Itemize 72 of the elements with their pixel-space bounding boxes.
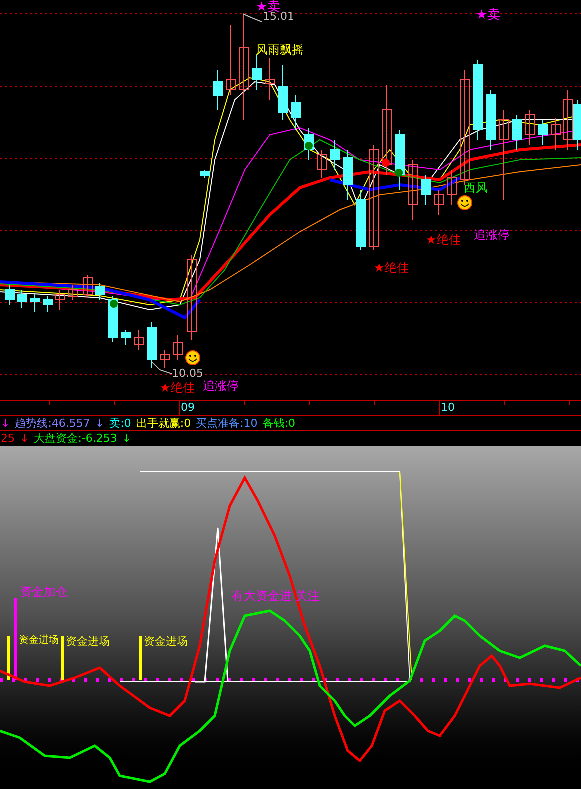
candlestick [486, 90, 496, 150]
candlestick [356, 190, 366, 250]
candlestick [434, 190, 444, 216]
signal-bar [7, 636, 10, 680]
smiley-face-icon [458, 196, 472, 210]
candlestick [160, 350, 170, 368]
candlestick [121, 330, 131, 346]
chart-annotation: ★卖 [476, 9, 501, 22]
candlestick [147, 322, 157, 368]
candlestick [447, 170, 457, 206]
indicator-value: ↓ [1, 418, 10, 429]
chart-annotation: 15.01 [263, 11, 294, 22]
signal-bar [139, 636, 142, 680]
candlestick [55, 290, 65, 310]
candlestick [421, 174, 431, 206]
signal-dot [305, 142, 313, 150]
indicator-value: 趋势线:46.557 [15, 418, 90, 429]
candlestick [43, 296, 53, 312]
chart-annotation: 追涨停 [474, 229, 510, 241]
candlestick [343, 150, 353, 200]
leader-line [242, 14, 262, 22]
signal-dot [395, 169, 403, 177]
candlestick [17, 290, 27, 308]
candlestick [330, 140, 340, 170]
chart-annotation: ★绝佳 [426, 234, 461, 246]
candlestick [265, 58, 275, 100]
candlestick [83, 274, 93, 298]
indicator-value: 大盘资金:-6.253 [34, 432, 118, 444]
leader-line [152, 362, 172, 374]
candlestick [213, 70, 223, 110]
candlestick [95, 282, 105, 300]
candlestick [512, 114, 522, 150]
signal-label: 资金进场 [19, 636, 59, 646]
indicator-value: 出手就赢:0 [136, 418, 192, 429]
candlestick [173, 334, 183, 360]
signal-label: 资金进场 [144, 636, 188, 647]
indicator-value: ↓ [122, 432, 132, 444]
indicator-value: ↓ [20, 432, 30, 444]
chart-annotation: ★绝佳 [160, 382, 195, 394]
smiley-face-icon [186, 350, 200, 366]
chart-annotation: 追涨停 [203, 380, 239, 392]
candlestick [291, 94, 301, 130]
chart-annotation: 风雨飘摇 [256, 44, 304, 56]
chart-annotation: 10.05 [172, 368, 204, 379]
candlestick [525, 110, 535, 146]
signal-dot [382, 159, 390, 167]
candlestick [30, 294, 40, 312]
candlestick [134, 330, 144, 350]
candlestick [563, 90, 573, 150]
chart-annotation: ★绝佳 [374, 262, 409, 274]
date-label: 09 [181, 402, 195, 413]
signal-bar [61, 636, 64, 680]
candlestick [252, 54, 262, 90]
signal-label: 资金进场 [66, 636, 110, 647]
chart-annotation: 西风 [464, 182, 488, 194]
indicator-value: ↓ [95, 418, 105, 429]
candlestick [408, 160, 418, 220]
indicator-value: 备钱:0 [262, 418, 296, 429]
indicator-value: 25 [1, 432, 15, 444]
candlestick [551, 118, 561, 150]
indicator-value: 买点准备:10 [196, 418, 258, 429]
candlestick [317, 150, 327, 178]
candlestick [226, 24, 236, 96]
date-label: 10 [441, 402, 455, 413]
signal-label: 资金加仓 [20, 586, 68, 598]
candlestick [200, 170, 210, 178]
candlestick [538, 120, 548, 146]
indicator-value: 卖:0 [110, 418, 132, 429]
candlestick [68, 284, 78, 300]
candlestick [5, 284, 15, 306]
candlestick [278, 64, 288, 120]
signal-dot [110, 300, 118, 308]
